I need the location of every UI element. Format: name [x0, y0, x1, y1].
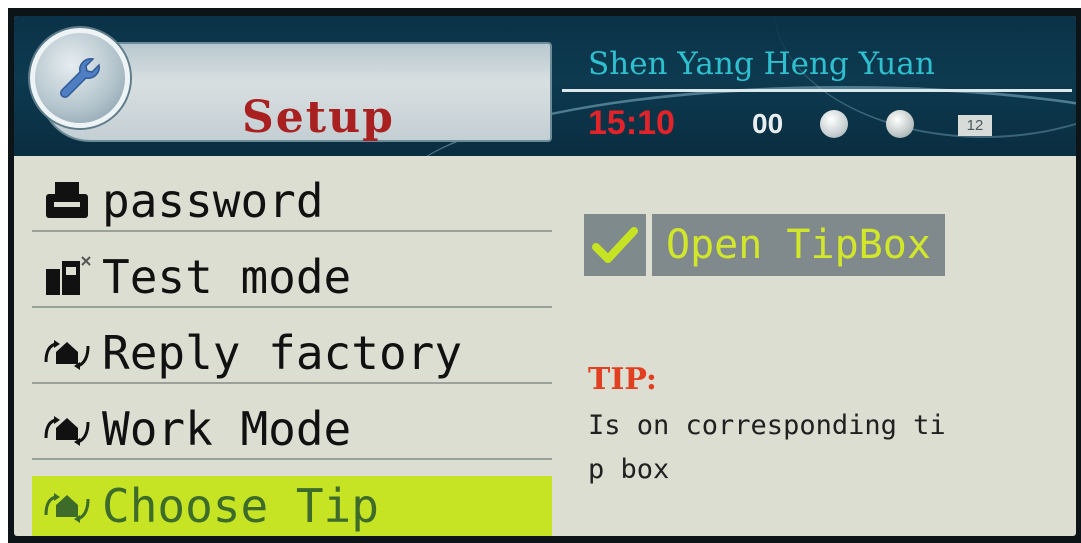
counter-value: 00	[752, 108, 784, 139]
menu-item-password[interactable]: password	[32, 172, 552, 232]
menu-item-label: Test mode	[102, 250, 352, 304]
device-screen: Setup Shen Yang Heng Yuan 15:10 00 12 pa…	[14, 16, 1076, 536]
status-badge: 12	[958, 115, 992, 136]
tip-line: p box	[588, 454, 670, 485]
menu-item-label: password	[102, 174, 324, 228]
tip-line: Is on corresponding ti	[588, 410, 946, 441]
menu-item-label: Work Mode	[102, 402, 352, 456]
menu-item-label: Reply factory	[102, 326, 463, 380]
home-arrows-icon	[32, 327, 102, 379]
face-icon	[886, 110, 914, 138]
tipbox-label: Open TipBox	[652, 214, 945, 276]
page-title: Setup	[242, 92, 395, 143]
tip-heading: TIP:	[588, 362, 657, 397]
menu-item-test-mode[interactable]: Test mode	[32, 248, 552, 308]
printer-icon	[32, 175, 102, 227]
globe-icon	[820, 110, 848, 138]
clock-time: 15:10	[588, 104, 675, 142]
wrench-icon[interactable]	[30, 28, 130, 128]
brand-name: Shen Yang Heng Yuan	[588, 46, 935, 82]
tipbox-checkbox[interactable]	[584, 214, 646, 276]
menu-item-work-mode[interactable]: Work Mode	[32, 400, 552, 460]
test-device-icon	[32, 251, 102, 303]
menu-item-label: Choose Tip	[102, 479, 379, 533]
open-tipbox-option[interactable]: Open TipBox	[584, 212, 945, 278]
header-bar: Setup Shen Yang Heng Yuan 15:10 00 12	[14, 16, 1076, 156]
home-arrows-icon	[32, 403, 102, 455]
settings-menu: password Test mode Reply factory Work Mo…	[14, 166, 564, 536]
header-divider	[562, 89, 1072, 92]
home-arrows-icon	[32, 480, 102, 532]
menu-item-choose-tip[interactable]: Choose Tip	[32, 476, 552, 536]
menu-item-reply-factory[interactable]: Reply factory	[32, 324, 552, 384]
checkmark-icon	[592, 227, 638, 263]
tip-text: Is on corresponding ti p box	[588, 404, 1068, 492]
